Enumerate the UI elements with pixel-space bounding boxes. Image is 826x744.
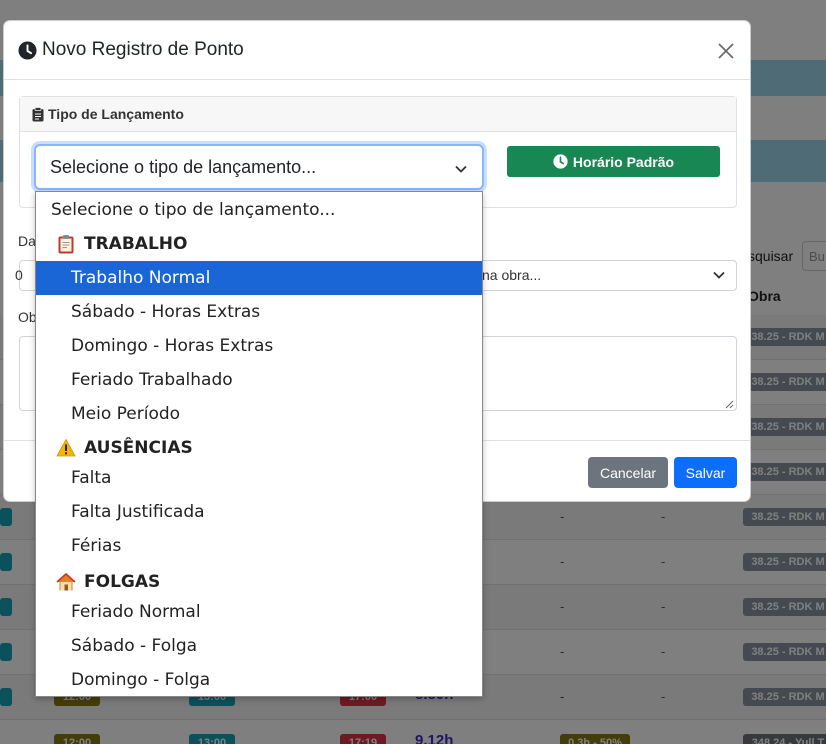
option-falta[interactable]: Falta — [36, 461, 482, 495]
optgroup-label: TRABALHO — [84, 234, 188, 254]
option-feriado-trabalhado[interactable]: Feriado Trabalhado — [36, 363, 482, 397]
option-sabado-folga[interactable]: Sábado - Folga — [36, 629, 482, 663]
modal-title: Novo Registro de Ponto — [18, 39, 244, 61]
entry-type-dropdown-list: Selecione o tipo de lançamento... TRABAL… — [35, 191, 483, 697]
save-button[interactable]: Salvar — [674, 457, 737, 488]
resize-grip-icon[interactable] — [725, 400, 734, 409]
modal-header: Novo Registro de Ponto — [4, 21, 750, 80]
option-domingo-horas-extras[interactable]: Domingo - Horas Extras — [36, 329, 482, 363]
option-falta-justificada[interactable]: Falta Justificada — [36, 495, 482, 529]
warning-icon — [56, 438, 76, 457]
observations-label: Ob — [18, 309, 37, 325]
modal-title-text: Novo Registro de Ponto — [42, 39, 244, 60]
default-schedule-label: Horário Padrão — [572, 153, 675, 170]
clipboard-icon — [58, 235, 74, 254]
entry-type-select-value: Selecione o tipo de lançamento... — [50, 156, 317, 177]
optgroup-folgas: FOLGAS — [36, 565, 482, 599]
chevron-down-icon — [455, 165, 467, 173]
option-sabado-horas-extras[interactable]: Sábado - Horas Extras — [36, 295, 482, 329]
clock-icon — [18, 40, 37, 60]
default-schedule-button[interactable]: Horário Padrão — [507, 146, 720, 177]
optgroup-label: AUSÊNCIAS — [84, 438, 193, 458]
optgroup-trabalho: TRABALHO — [36, 227, 482, 261]
date-value-fragment: 0 — [15, 267, 23, 283]
entry-type-select[interactable]: Selecione o tipo de lançamento... — [34, 144, 484, 190]
option-feriado-normal[interactable]: Feriado Normal — [36, 595, 482, 629]
option-trabalho-normal[interactable]: Trabalho Normal — [36, 261, 482, 295]
option-ferias[interactable]: Férias — [36, 529, 482, 563]
clipboard-icon — [32, 106, 44, 121]
house-icon — [56, 572, 76, 591]
close-icon[interactable] — [714, 39, 738, 63]
optgroup-label: FOLGAS — [84, 572, 161, 592]
cancel-button[interactable]: Cancelar — [588, 457, 668, 488]
card-header: Tipo de Lançamento — [20, 97, 736, 132]
option-placeholder[interactable]: Selecione o tipo de lançamento... — [36, 193, 482, 227]
obra-select-value: na obra... — [482, 267, 542, 283]
chevron-down-icon — [713, 271, 725, 279]
clock-icon — [553, 154, 568, 169]
card-title: Tipo de Lançamento — [48, 106, 184, 122]
option-domingo-folga[interactable]: Domingo - Folga — [36, 663, 482, 697]
optgroup-ausencias: AUSÊNCIAS — [36, 431, 482, 465]
option-meio-periodo[interactable]: Meio Período — [36, 397, 482, 431]
date-label: Da — [18, 233, 36, 249]
